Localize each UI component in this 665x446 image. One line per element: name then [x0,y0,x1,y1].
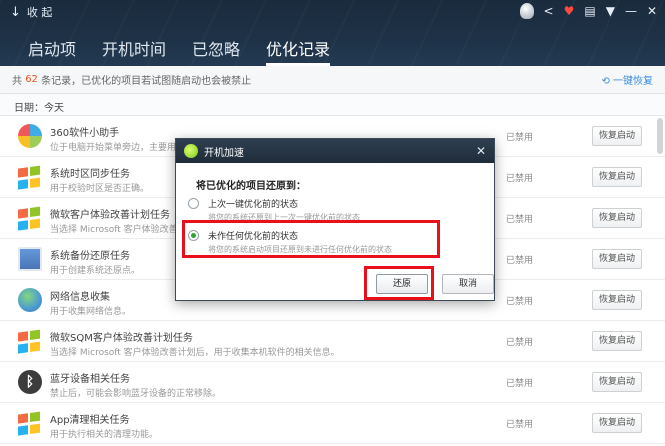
collapse-label: 收 起 [26,6,53,19]
tab-bar: 启动项 开机时间 已忽略 优化记录 [28,36,331,66]
arrow-down-icon: ↓ [10,4,21,20]
dialog-question: 将已优化的项目还原到： [196,181,306,192]
option-label: 上次一键优化前的状态 [208,200,299,210]
date-header: 日期：今天 [0,94,665,116]
highlight-box-restore [364,266,434,300]
tab-boot-time[interactable]: 开机时间 [102,36,166,66]
dialog-title: 开机加速 [204,147,244,159]
dialog-close-icon[interactable]: ✕ [476,144,486,158]
tab-optimization-records[interactable]: 优化记录 [266,36,331,66]
dialog-titlebar: 开机加速 ✕ [176,139,494,163]
cancel-button[interactable]: 取消 [442,274,494,294]
header: ↓ 收 起 < ♥ ▤ ▼ — ✕ 启动项 开机时间 已忽略 优化记录 [0,0,665,66]
record-count: 62 [25,74,38,85]
info-bar: 共 62 条记录，已优化的项目若试图随启动也会被禁止 ⟲ 一键恢复 [0,66,665,94]
collapse-button[interactable]: ↓ 收 起 [10,4,52,20]
info-prefix: 共 [12,76,22,87]
lightbulb-icon[interactable] [519,3,534,19]
tab-ignored[interactable]: 已忽略 [192,36,240,66]
minimize-icon[interactable]: — [625,4,637,18]
radio-button[interactable] [188,198,199,209]
highlight-box-option [182,220,440,258]
share-icon[interactable]: < [544,4,554,18]
window-controls: < ♥ ▤ ▼ — ✕ [519,3,657,19]
gift-icon[interactable]: ♥ [564,4,575,18]
one-click-restore-link[interactable]: ⟲ 一键恢复 [601,72,653,87]
app-logo-icon [184,144,198,158]
message-icon[interactable]: ▤ [584,4,595,18]
info-text: 条记录，已优化的项目若试图随启动也会被禁止 [41,76,252,87]
close-icon[interactable]: ✕ [647,4,657,18]
tab-startup-items[interactable]: 启动项 [28,36,76,66]
dropdown-icon[interactable]: ▼ [606,4,615,18]
one-click-restore-label: 一键恢复 [613,76,653,87]
